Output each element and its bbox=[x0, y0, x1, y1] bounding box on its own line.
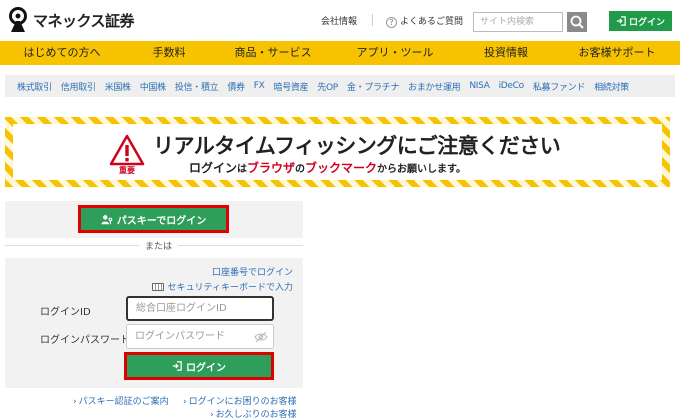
important-label: 重要 bbox=[119, 166, 135, 175]
login-password-label: ログインパスワード bbox=[40, 335, 130, 346]
subnav-ideco[interactable]: iDeCo bbox=[499, 81, 525, 91]
banner-sub-browser: ブラウザ bbox=[247, 161, 296, 175]
subnav-robo-advisor[interactable]: おまかせ運用 bbox=[408, 80, 461, 93]
subnav-crypto[interactable]: 暗号資産 bbox=[274, 80, 309, 93]
login-id-label: ログインID bbox=[40, 307, 91, 318]
subnav-futures-options[interactable]: 先OP bbox=[317, 80, 338, 93]
login-submit-button[interactable]: ログイン bbox=[124, 352, 274, 380]
login-submit-label: ログイン bbox=[186, 362, 226, 374]
login-icon bbox=[172, 361, 182, 371]
nav-beginners[interactable]: はじめての方へ bbox=[0, 41, 124, 65]
monex-logo-icon bbox=[9, 7, 27, 32]
banner-content: 重要 リアルタイムフィッシングにご注意ください ログインはブラウザのブックマーク… bbox=[13, 124, 662, 180]
nav-products[interactable]: 商品・サービス bbox=[214, 41, 332, 65]
nav-investment-info[interactable]: 投資情報 bbox=[458, 41, 554, 65]
login-trouble-link[interactable]: ログインにお困りのお客様 bbox=[183, 394, 297, 407]
banner-sub-tail: からお願いします。 bbox=[377, 164, 467, 175]
passkey-login-label: パスキーでログイン bbox=[116, 215, 207, 227]
company-info-link[interactable]: 会社情報 bbox=[321, 14, 357, 27]
subnav-fx[interactable]: FX bbox=[254, 81, 265, 91]
banner-title-tail: にご注意ください bbox=[396, 134, 561, 158]
banner-sub-login: ログイン bbox=[189, 161, 238, 175]
sub-nav: 株式取引 信用取引 米国株 中国株 投信・積立 債券 FX 暗号資産 先OP 金… bbox=[5, 75, 675, 97]
keyboard-icon bbox=[151, 282, 164, 291]
subnav-stocks[interactable]: 株式取引 bbox=[17, 80, 52, 93]
login-icon bbox=[616, 16, 626, 26]
subnav-bonds[interactable]: 債券 bbox=[227, 80, 245, 93]
subnav-margin[interactable]: 信用取引 bbox=[61, 80, 96, 93]
subnav-nisa[interactable]: NISA bbox=[469, 81, 490, 91]
login-id-input[interactable] bbox=[126, 296, 274, 321]
header-divider bbox=[372, 14, 373, 26]
returning-customer-link[interactable]: お久しぶりのお客様 bbox=[210, 407, 297, 420]
login-password-input[interactable] bbox=[126, 324, 274, 349]
question-icon: ? bbox=[386, 17, 397, 28]
login-form-panel: 口座番号でログイン セキュリティキーボードで入力 ログインID ログインパスワー… bbox=[5, 258, 303, 388]
site-search-input[interactable] bbox=[473, 12, 563, 32]
banner-subtitle: ログインはブラウザのブックマークからお願いします。 bbox=[189, 159, 466, 176]
or-text: または bbox=[139, 239, 179, 252]
banner-sub-ha: は bbox=[237, 164, 248, 175]
nav-apps-tools[interactable]: アプリ・ツール bbox=[332, 41, 458, 65]
phishing-warning-banner: 重要 リアルタイムフィッシングにご注意ください ログインはブラウザのブックマーク… bbox=[5, 117, 670, 187]
passkey-icon bbox=[101, 214, 113, 224]
nav-fees[interactable]: 手数料 bbox=[124, 41, 214, 65]
logo-text: マネックス証券 bbox=[33, 11, 135, 30]
header-login-label: ログイン bbox=[628, 17, 665, 28]
banner-sub-bookmark: ブックマーク bbox=[305, 161, 378, 175]
faq-link[interactable]: ? よくあるご質問 bbox=[386, 14, 463, 28]
security-keyboard-link[interactable]: セキュリティキーボードで入力 bbox=[151, 280, 293, 293]
subnav-china-stocks[interactable]: 中国株 bbox=[140, 80, 166, 93]
search-icon bbox=[570, 15, 584, 29]
account-number-login-link[interactable]: 口座番号でログイン bbox=[212, 265, 293, 278]
subnav-gold-platinum[interactable]: 金・プラチナ bbox=[347, 80, 400, 93]
faq-label: よくあるご質問 bbox=[400, 17, 464, 27]
nav-customer-support[interactable]: お客様サポート bbox=[554, 41, 680, 65]
subnav-private-funds[interactable]: 私募ファンド bbox=[533, 80, 586, 93]
banner-sub-no: の bbox=[295, 164, 306, 175]
search-button[interactable] bbox=[567, 12, 587, 32]
main-nav: はじめての方へ 手数料 商品・サービス アプリ・ツール 投資情報 お客様サポート bbox=[0, 41, 680, 65]
passkey-info-link[interactable]: パスキー認証のご案内 bbox=[73, 394, 169, 407]
header-login-button[interactable]: ログイン bbox=[609, 11, 672, 31]
subnav-inheritance[interactable]: 相続対策 bbox=[594, 80, 629, 93]
monex-logo[interactable]: マネックス証券 bbox=[6, 7, 135, 33]
header: マネックス証券 会社情報 ?よくあるご質問 ログイン bbox=[0, 0, 680, 42]
passkey-login-button[interactable]: パスキーでログイン bbox=[78, 205, 229, 233]
subnav-us-stocks[interactable]: 米国株 bbox=[105, 80, 131, 93]
eye-off-icon[interactable] bbox=[254, 331, 268, 343]
banner-title-main: リアルタイムフィッシング bbox=[153, 134, 397, 158]
subnav-funds[interactable]: 投信・積立 bbox=[175, 80, 219, 93]
banner-title: リアルタイムフィッシングにご注意ください bbox=[153, 130, 561, 160]
security-keyboard-label: セキュリティキーボードで入力 bbox=[167, 283, 293, 293]
